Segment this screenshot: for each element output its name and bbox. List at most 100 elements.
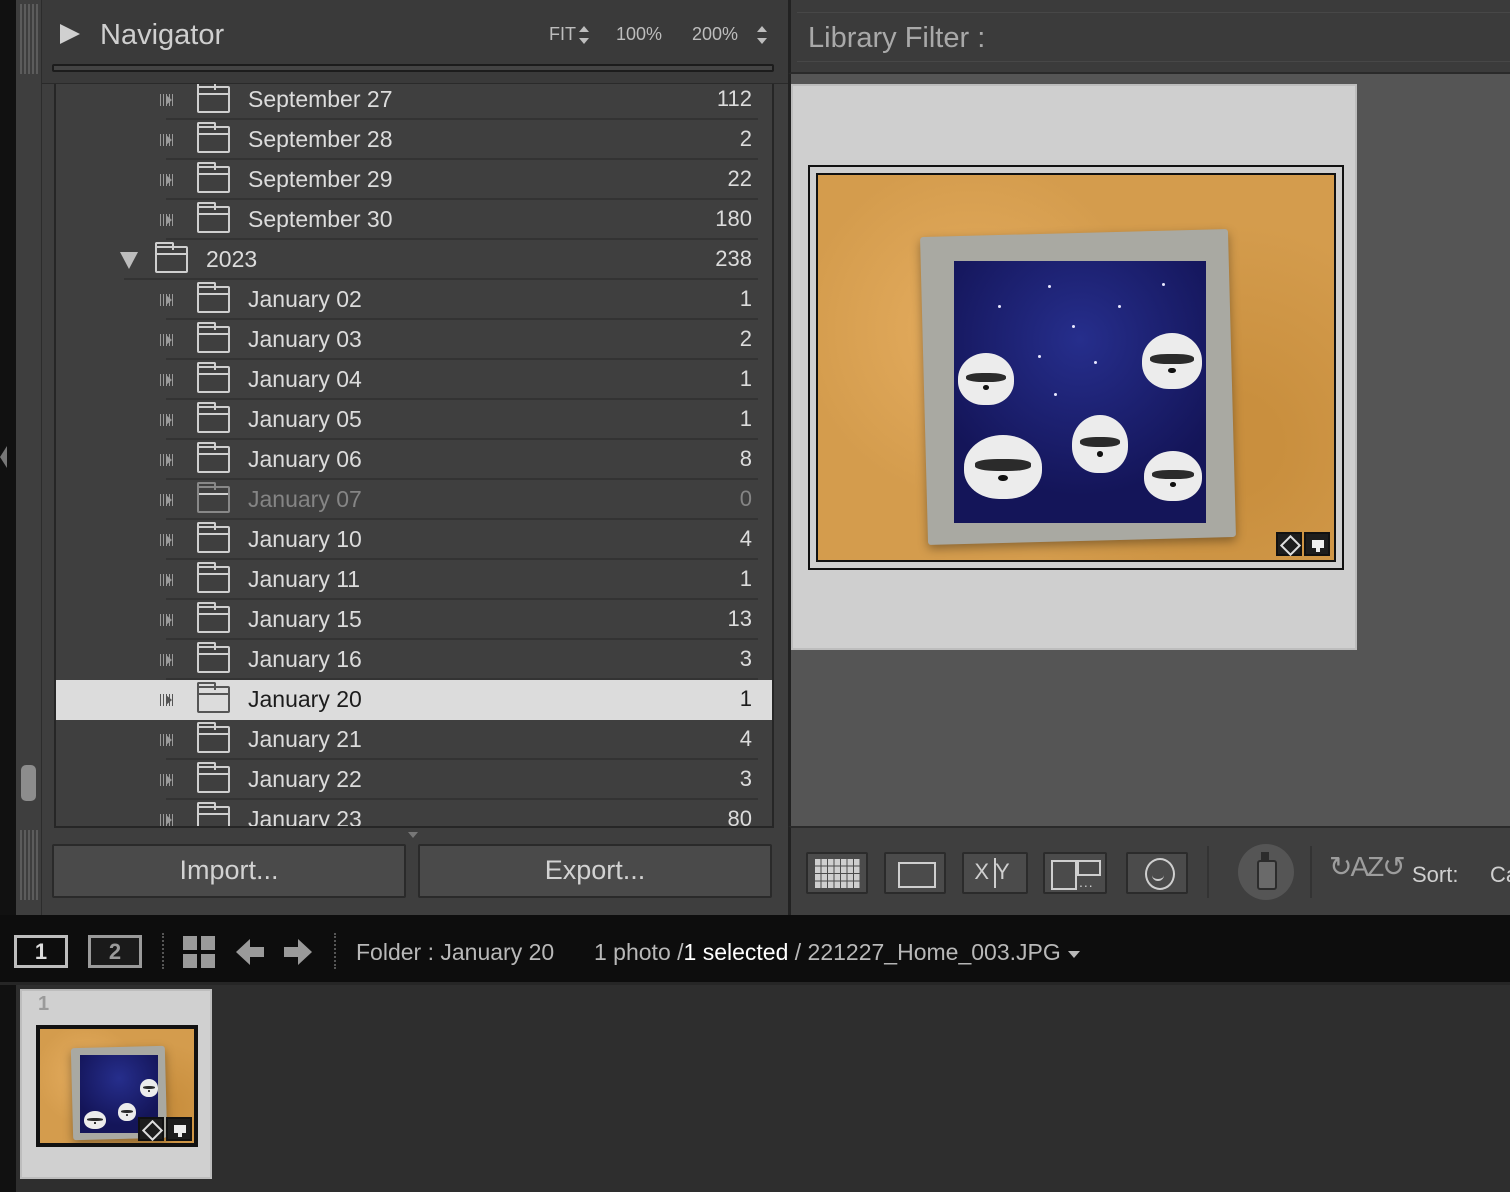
folder-row[interactable]: January 10 4: [56, 520, 772, 560]
navigator-header[interactable]: Navigator FIT 100% 200%: [42, 0, 788, 84]
zoom-fit[interactable]: FIT: [549, 24, 576, 45]
monitor-1-button[interactable]: 1: [14, 935, 68, 968]
folder-label: January 21: [248, 726, 362, 752]
disclosure-arrow-icon[interactable]: [160, 374, 174, 386]
arrow-right-icon[interactable]: [284, 939, 312, 965]
folder-row[interactable]: January 20 1: [56, 680, 772, 720]
chevron-down-icon: [408, 832, 418, 838]
sort-direction-icon[interactable]: ↻AZ↺: [1329, 850, 1406, 883]
survey-view-button[interactable]: ...: [1043, 852, 1107, 894]
collapse-left-panel-icon[interactable]: [0, 446, 7, 468]
disclosure-arrow-icon[interactable]: [160, 134, 174, 146]
keyword-badge-icon[interactable]: [138, 1117, 164, 1141]
left-panel: Navigator FIT 100% 200% September 27 112 S…: [42, 0, 788, 915]
disclosure-arrow-icon[interactable]: [160, 94, 174, 106]
filmstrip-thumbnail[interactable]: [38, 1027, 196, 1145]
folder-row[interactable]: September 30 180: [56, 200, 772, 240]
grid-view-button[interactable]: [806, 852, 868, 894]
folder-row[interactable]: January 21 4: [56, 720, 772, 760]
disclosure-triangle-icon[interactable]: [120, 252, 138, 269]
people-view-button[interactable]: [1126, 852, 1188, 894]
zoom-200[interactable]: 200%: [692, 24, 738, 45]
folder-row[interactable]: September 28 2: [56, 120, 772, 160]
compare-view-button[interactable]: XY: [962, 852, 1028, 894]
photo-count-label[interactable]: 1 photo /1 selected / 221227_Home_003.JP…: [594, 939, 1061, 966]
arrow-left-icon[interactable]: [236, 939, 264, 965]
folder-count: 0: [739, 486, 752, 511]
updown-arrows-icon[interactable]: [579, 26, 589, 44]
folder-icon: [197, 162, 230, 193]
folder-icon: [155, 242, 188, 273]
folder-icon: [197, 722, 230, 753]
disclosure-arrow-icon[interactable]: [160, 214, 174, 226]
import-button[interactable]: Import...: [52, 844, 406, 898]
disclosure-arrow-icon[interactable]: [160, 694, 174, 706]
library-toolbar: XY ... ↻AZ↺ Sort: Cap: [788, 826, 1510, 915]
sort-value-dropdown[interactable]: Cap: [1490, 862, 1510, 888]
folder-row[interactable]: January 02 1: [56, 280, 772, 320]
folder-row[interactable]: January 11 1: [56, 560, 772, 600]
raccoon-image: [140, 1079, 158, 1097]
folder-count: 13: [727, 606, 752, 631]
comment-badge-icon[interactable]: [1304, 532, 1330, 556]
filmstrip-index: 1: [38, 993, 50, 1015]
folder-row[interactable]: January 23 80: [56, 800, 772, 826]
export-button[interactable]: Export...: [418, 844, 772, 898]
disclosure-arrow-icon[interactable]: [160, 654, 174, 666]
disclosure-arrow-icon[interactable]: [160, 774, 174, 786]
folder-row[interactable]: January 16 3: [56, 640, 772, 680]
folder-label: January 02: [248, 286, 362, 312]
disclosure-arrow-icon[interactable]: [160, 734, 174, 746]
folder-row[interactable]: January 05 1: [56, 400, 772, 440]
badges: [1276, 532, 1330, 556]
library-filter-label[interactable]: Library Filter :: [808, 22, 985, 55]
disclosure-arrow-icon[interactable]: [160, 814, 174, 826]
monitor-2-button[interactable]: 2: [88, 935, 142, 968]
folder-row[interactable]: January 22 3: [56, 760, 772, 800]
grip-icon: [20, 4, 38, 74]
folder-row[interactable]: September 27 112: [56, 84, 772, 120]
disclosure-arrow-icon[interactable]: [160, 454, 174, 466]
folder-label: January 22: [248, 766, 362, 792]
chevron-down-icon[interactable]: [1068, 951, 1080, 958]
comment-badge-icon[interactable]: [166, 1117, 192, 1141]
updown-arrows-icon[interactable]: [757, 26, 767, 44]
grid-icon[interactable]: [183, 936, 215, 968]
folder-row[interactable]: January 06 8: [56, 440, 772, 480]
folder-count: 1: [739, 366, 752, 391]
source-folder-label[interactable]: Folder : January 20: [356, 939, 554, 966]
loupe-view-button[interactable]: [884, 852, 946, 894]
photo-thumbnail[interactable]: [816, 173, 1336, 562]
folder-count: 112: [716, 86, 752, 111]
painter-spray-can-icon[interactable]: [1238, 844, 1294, 900]
disclosure-arrow-icon[interactable]: [160, 614, 174, 626]
folder-icon: [197, 482, 230, 513]
folder-label: September 28: [248, 126, 393, 152]
grid-cell[interactable]: [791, 84, 1357, 650]
folder-label: January 15: [248, 606, 362, 632]
disclosure-arrow-icon[interactable]: [160, 534, 174, 546]
filmstrip-cell[interactable]: 1: [20, 989, 212, 1179]
keyword-badge-icon[interactable]: [1276, 532, 1302, 556]
folder-count: 1: [739, 686, 752, 711]
folder-row[interactable]: January 04 1: [56, 360, 772, 400]
disclosure-arrow-icon[interactable]: [160, 414, 174, 426]
folder-row[interactable]: January 03 2: [56, 320, 772, 360]
zoom-100[interactable]: 100%: [616, 24, 662, 45]
disclosure-arrow-icon[interactable]: [160, 294, 174, 306]
disclosure-arrow-icon[interactable]: [160, 494, 174, 506]
disclosure-arrow-icon[interactable]: [160, 174, 174, 186]
folder-icon: [197, 682, 230, 713]
folder-row[interactable]: January 15 13: [56, 600, 772, 640]
navigator-title: Navigator: [100, 19, 225, 51]
folder-list: September 27 112 September 28 2 September 29…: [54, 84, 774, 828]
folder-row[interactable]: September 29 22: [56, 160, 772, 200]
scroll-thumb[interactable]: [21, 765, 36, 801]
folder-label: January 04: [248, 366, 362, 392]
folder-year-row[interactable]: 2023 238: [56, 240, 772, 280]
star-icon: [998, 305, 1001, 308]
expand-triangle-icon[interactable]: [60, 24, 80, 44]
disclosure-arrow-icon[interactable]: [160, 574, 174, 586]
folder-row[interactable]: January 07 0: [56, 480, 772, 520]
disclosure-arrow-icon[interactable]: [160, 334, 174, 346]
